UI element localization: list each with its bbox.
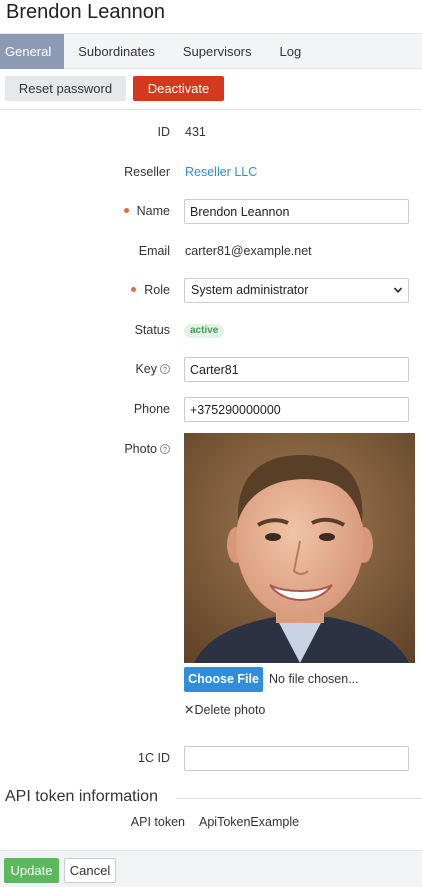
name-label: Name bbox=[123, 204, 170, 218]
file-status-text: No file chosen... bbox=[269, 672, 359, 686]
phone-field[interactable] bbox=[184, 397, 409, 422]
photo-label-text: Photo bbox=[124, 442, 157, 456]
name-field[interactable] bbox=[184, 199, 409, 224]
role-select-value: System administrator bbox=[191, 283, 309, 297]
delete-photo-label: Delete photo bbox=[194, 703, 266, 717]
update-button[interactable]: Update bbox=[4, 858, 59, 883]
reseller-link[interactable]: Reseller LLC bbox=[185, 165, 257, 179]
id-label: ID bbox=[157, 125, 171, 139]
email-label: Email bbox=[138, 244, 170, 258]
key-label-text: Key bbox=[135, 362, 157, 376]
reset-password-button[interactable]: Reset password bbox=[5, 76, 126, 101]
email-value: carter81@example.net bbox=[185, 244, 312, 258]
section-divider bbox=[176, 798, 422, 799]
role-label-text: Role bbox=[144, 283, 170, 297]
reseller-label: Reseller bbox=[124, 165, 170, 179]
required-dot-icon bbox=[123, 208, 129, 214]
required-dot-icon bbox=[131, 287, 137, 293]
name-label-text: Name bbox=[136, 204, 170, 218]
profile-photo bbox=[184, 433, 415, 663]
phone-label: Phone bbox=[133, 402, 170, 416]
question-circle-icon[interactable]: ? bbox=[160, 443, 170, 454]
tab-general[interactable]: General bbox=[0, 34, 65, 69]
key-label: Key? bbox=[135, 362, 170, 376]
form-footer: Update Cancel bbox=[0, 850, 422, 887]
status-badge: active bbox=[184, 324, 225, 338]
cancel-button[interactable]: Cancel bbox=[64, 858, 116, 883]
close-icon: ✕ bbox=[184, 703, 195, 717]
action-bar: Reset password Deactivate bbox=[0, 69, 422, 110]
id-value: 431 bbox=[185, 125, 206, 139]
api-token-value: ApiTokenExample bbox=[199, 815, 300, 829]
page-title: Brendon Leannon bbox=[6, 1, 166, 23]
api-token-section-title: API token information bbox=[5, 788, 158, 805]
role-label: Role bbox=[131, 283, 170, 297]
tab-supervisors[interactable]: Supervisors bbox=[169, 34, 266, 69]
key-field[interactable] bbox=[184, 357, 409, 382]
one-c-id-field[interactable] bbox=[184, 746, 409, 771]
question-circle-icon[interactable]: ? bbox=[160, 363, 170, 374]
tab-subordinates[interactable]: Subordinates bbox=[64, 34, 169, 69]
api-token-label: API token bbox=[130, 815, 185, 829]
one-c-id-label: 1C ID bbox=[138, 751, 170, 765]
tab-log[interactable]: Log bbox=[266, 34, 316, 69]
deactivate-button[interactable]: Deactivate bbox=[133, 76, 224, 101]
choose-file-button[interactable]: Choose File bbox=[184, 667, 263, 692]
portrait-image bbox=[184, 433, 415, 663]
role-select[interactable]: System administrator bbox=[184, 278, 409, 303]
chevron-down-icon bbox=[394, 287, 402, 293]
status-label: Status bbox=[134, 323, 170, 337]
photo-label: Photo? bbox=[124, 442, 170, 456]
tab-bar: General Subordinates Supervisors Log bbox=[0, 33, 422, 69]
delete-photo-link[interactable]: ✕Delete photo bbox=[184, 702, 265, 717]
